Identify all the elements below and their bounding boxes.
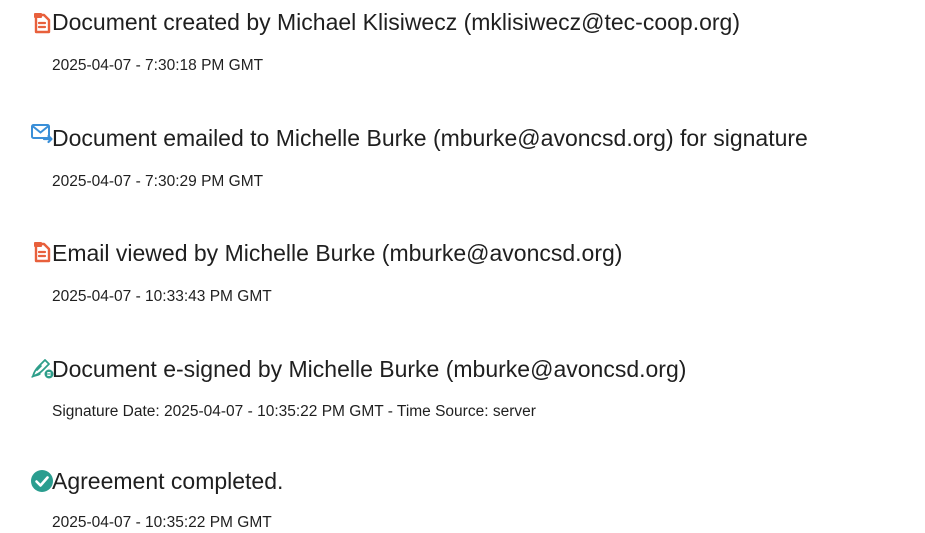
event-title: Document e-signed by Michelle Burke (mbu… bbox=[52, 356, 687, 382]
email-sent-icon bbox=[30, 121, 54, 145]
event-title: Agreement completed. bbox=[52, 468, 284, 494]
event-timestamp: Signature Date: 2025-04-07 - 10:35:22 PM… bbox=[52, 403, 536, 420]
event-title: Document created by Michael Klisiwecz (m… bbox=[52, 9, 741, 35]
event-timestamp: 2025-04-07 - 10:35:22 PM GMT bbox=[52, 514, 272, 531]
event-timestamp: 2025-04-07 - 10:33:43 PM GMT bbox=[52, 288, 272, 305]
event-title: Email viewed by Michelle Burke (mburke@a… bbox=[52, 240, 623, 266]
event-title: Document emailed to Michelle Burke (mbur… bbox=[52, 125, 808, 151]
e-signed-pen-icon bbox=[30, 355, 54, 379]
email-viewed-icon bbox=[30, 240, 54, 264]
event-timestamp: 2025-04-07 - 7:30:18 PM GMT bbox=[52, 57, 264, 74]
checkmark-circle-icon bbox=[30, 469, 54, 493]
event-timestamp: 2025-04-07 - 7:30:29 PM GMT bbox=[52, 173, 264, 190]
document-created-icon bbox=[30, 11, 54, 35]
